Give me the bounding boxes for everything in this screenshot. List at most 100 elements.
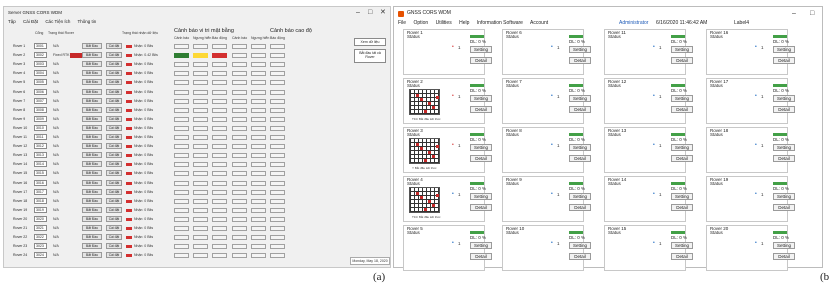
setting-button[interactable]: Setting <box>470 193 492 200</box>
detail-button[interactable]: Detail <box>470 155 492 162</box>
port-field[interactable]: 3016 <box>34 179 47 186</box>
setting-button[interactable]: Setting <box>470 144 492 151</box>
settings-button[interactable]: Cài đặt <box>106 206 122 213</box>
detail-button[interactable]: Detail <box>773 204 795 211</box>
port-field[interactable]: 3008 <box>34 106 47 113</box>
port-field[interactable]: 3004 <box>34 70 47 77</box>
start-button[interactable]: Bắt Đầu <box>82 61 102 68</box>
setting-button[interactable]: Setting <box>671 242 693 249</box>
port-field[interactable]: 3013 <box>34 152 47 159</box>
port-field[interactable]: 3024 <box>34 252 47 259</box>
menu-item-utilities[interactable]: Utilities <box>436 20 452 26</box>
setting-button[interactable]: Setting <box>569 95 591 102</box>
start-button[interactable]: Bắt Đầu <box>82 161 102 168</box>
detail-button[interactable]: Detail <box>671 155 693 162</box>
setting-button[interactable]: Setting <box>671 95 693 102</box>
settings-button[interactable]: Cài đặt <box>106 43 122 49</box>
port-field[interactable]: 3021 <box>34 225 47 231</box>
settings-button[interactable]: Cài đặt <box>106 70 122 77</box>
settings-button[interactable]: Cài đặt <box>106 234 122 241</box>
port-field[interactable]: 3018 <box>34 197 47 204</box>
start-button[interactable]: Bắt Đầu <box>82 97 102 104</box>
menu-item-file[interactable]: File <box>398 20 406 26</box>
port-field[interactable]: 3014 <box>34 161 47 168</box>
settings-button[interactable]: Cài đặt <box>106 152 122 159</box>
menu-item-info[interactable]: Thông tin <box>78 19 97 24</box>
settings-button[interactable]: Cài đặt <box>106 215 122 222</box>
port-field[interactable]: 3009 <box>34 115 47 122</box>
minimize-icon[interactable]: – <box>356 9 360 16</box>
port-field[interactable]: 3010 <box>34 124 47 131</box>
detail-button[interactable]: Detail <box>671 253 693 260</box>
settings-button[interactable]: Cài đặt <box>106 179 122 186</box>
detail-button[interactable]: Detail <box>470 57 492 64</box>
start-button[interactable]: Bắt Đầu <box>82 134 102 140</box>
port-field[interactable]: 3019 <box>34 206 47 213</box>
settings-button[interactable]: Cài đặt <box>106 243 122 250</box>
settings-button[interactable]: Cài đặt <box>106 188 122 195</box>
port-field[interactable]: 3006 <box>34 88 47 95</box>
settings-button[interactable]: Cài đặt <box>106 197 122 204</box>
settings-button[interactable]: Cài đặt <box>106 61 122 68</box>
settings-button[interactable]: Cài đặt <box>106 225 122 231</box>
close-icon[interactable]: ✕ <box>380 9 386 16</box>
detail-button[interactable]: Detail <box>773 57 795 64</box>
start-button[interactable]: Bắt Đầu <box>82 143 102 150</box>
setting-button[interactable]: Setting <box>773 193 795 200</box>
port-field[interactable]: 3023 <box>34 243 47 250</box>
settings-button[interactable]: Cài đặt <box>106 52 122 59</box>
detail-button[interactable]: Detail <box>671 57 693 64</box>
settings-button[interactable]: Cài đặt <box>106 115 122 122</box>
port-field[interactable]: 3022 <box>34 234 47 241</box>
detail-button[interactable]: Detail <box>773 106 795 113</box>
setting-button[interactable]: Setting <box>671 193 693 200</box>
setting-button[interactable]: Setting <box>671 144 693 151</box>
menu-item-settings[interactable]: Cài Đặt <box>23 19 38 24</box>
maximize-icon[interactable]: □ <box>810 10 814 17</box>
detail-button[interactable]: Detail <box>569 106 591 113</box>
start-button[interactable]: Bắt Đầu <box>82 225 102 231</box>
start-button[interactable]: Bắt Đầu <box>82 234 102 241</box>
setting-button[interactable]: Setting <box>470 242 492 249</box>
menu-item-information-software[interactable]: Information Software <box>477 20 523 26</box>
detail-button[interactable]: Detail <box>470 253 492 260</box>
maximize-icon[interactable]: □ <box>368 9 372 16</box>
start-all-rovers-button[interactable]: Bắt đầu tất cả Rover <box>354 49 386 63</box>
start-button[interactable]: Bắt Đầu <box>82 124 102 131</box>
settings-button[interactable]: Cài đặt <box>106 79 122 86</box>
menu-item-account[interactable]: Account <box>530 20 548 26</box>
start-button[interactable]: Bắt Đầu <box>82 179 102 186</box>
detail-button[interactable]: Detail <box>470 204 492 211</box>
start-button[interactable]: Bắt Đầu <box>82 43 102 49</box>
port-field[interactable]: 3015 <box>34 170 47 177</box>
port-field[interactable]: 3020 <box>34 215 47 222</box>
setting-button[interactable]: Setting <box>569 46 591 53</box>
setting-button[interactable]: Setting <box>470 95 492 102</box>
setting-button[interactable]: Setting <box>773 46 795 53</box>
detail-button[interactable]: Detail <box>569 204 591 211</box>
detail-button[interactable]: Detail <box>773 253 795 260</box>
settings-button[interactable]: Cài đặt <box>106 143 122 150</box>
port-field[interactable]: 3005 <box>34 79 47 86</box>
start-button[interactable]: Bắt Đầu <box>82 70 102 77</box>
start-button[interactable]: Bắt Đầu <box>82 206 102 213</box>
detail-button[interactable]: Detail <box>671 106 693 113</box>
settings-button[interactable]: Cài đặt <box>106 88 122 95</box>
minimize-icon[interactable]: – <box>792 10 796 17</box>
start-button[interactable]: Bắt Đầu <box>82 79 102 86</box>
start-button[interactable]: Bắt Đầu <box>82 152 102 159</box>
start-button[interactable]: Bắt Đầu <box>82 188 102 195</box>
settings-button[interactable]: Cài đặt <box>106 252 122 259</box>
port-field[interactable]: 3012 <box>34 143 47 150</box>
setting-button[interactable]: Setting <box>671 46 693 53</box>
start-button[interactable]: Bắt Đầu <box>82 106 102 113</box>
setting-button[interactable]: Setting <box>773 242 795 249</box>
start-button[interactable]: Bắt Đầu <box>82 243 102 250</box>
start-button[interactable]: Bắt Đầu <box>82 215 102 222</box>
settings-button[interactable]: Cài đặt <box>106 124 122 131</box>
setting-button[interactable]: Setting <box>569 144 591 151</box>
setting-button[interactable]: Setting <box>470 46 492 53</box>
port-field[interactable]: 3003 <box>34 61 47 68</box>
settings-button[interactable]: Cài đặt <box>106 161 122 168</box>
detail-button[interactable]: Detail <box>671 204 693 211</box>
